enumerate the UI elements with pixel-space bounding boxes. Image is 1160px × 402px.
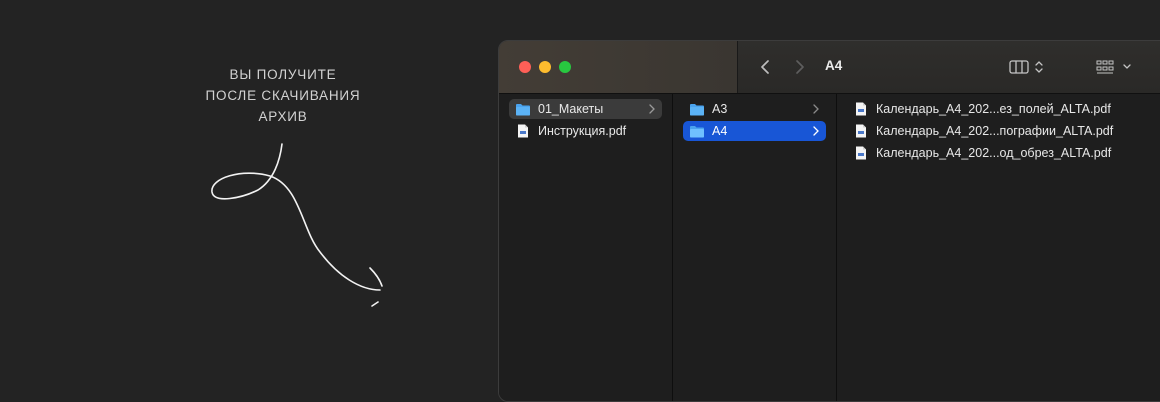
pdf-file-icon (853, 124, 869, 138)
forward-button[interactable] (789, 56, 811, 78)
maximize-window-button[interactable] (559, 61, 571, 73)
browser-column-2: A3 A4 (673, 94, 837, 401)
browser-column-1: 01_Макеты Инструкция.pdf (499, 94, 673, 401)
group-options-button[interactable] (1095, 56, 1133, 78)
file-item[interactable]: Инструкция.pdf (509, 121, 662, 141)
hand-drawn-arrow-icon (211, 143, 383, 307)
caption-line-1: ВЫ ПОЛУЧИТЕ (229, 67, 337, 82)
file-item[interactable]: Календарь_A4_202...пографии_ALTA.pdf (847, 121, 1147, 141)
caption-line-3: АРХИВ (258, 109, 308, 124)
finder-window: A4 01_Макеты Инструкция.pdf A3 A4 Календ… (498, 40, 1160, 402)
caption-line-2: ПОСЛЕ СКАЧИВАНИЯ (205, 88, 361, 103)
file-label: Инструкция.pdf (538, 124, 627, 138)
chevron-down-icon (1123, 64, 1131, 69)
chevron-right-icon (813, 126, 819, 136)
file-item[interactable]: Календарь_A4_202...од_обрез_ALTA.pdf (847, 143, 1147, 163)
folder-item[interactable]: 01_Макеты (509, 99, 662, 119)
column-view-icon (1009, 60, 1029, 74)
back-button[interactable] (754, 56, 776, 78)
folder-label: 01_Макеты (538, 102, 604, 116)
window-title: A4 (825, 58, 843, 73)
folder-item-selected[interactable]: A4 (683, 121, 826, 141)
chevron-left-icon (761, 60, 769, 74)
pdf-file-icon (853, 146, 869, 160)
close-window-button[interactable] (519, 61, 531, 73)
folder-icon (515, 103, 531, 116)
pdf-file-icon (515, 124, 531, 138)
up-down-chevron-icon (1035, 61, 1043, 73)
file-label: Календарь_A4_202...пографии_ALTA.pdf (876, 124, 1114, 138)
folder-icon (689, 103, 705, 116)
chevron-right-icon (649, 104, 655, 114)
file-item[interactable]: Календарь_A4_202...ез_полей_ALTA.pdf (847, 99, 1147, 119)
minimize-window-button[interactable] (539, 61, 551, 73)
pdf-file-icon (853, 102, 869, 116)
folder-label: A4 (712, 124, 728, 138)
view-mode-button[interactable] (1009, 56, 1045, 78)
promo-caption: ВЫ ПОЛУЧИТЕ ПОСЛЕ СКАЧИВАНИЯ АРХИВ (190, 64, 376, 127)
chevron-right-icon (796, 60, 804, 74)
browser-column-3: Календарь_A4_202...ез_полей_ALTA.pdf Кал… (837, 94, 1160, 401)
folder-item[interactable]: A3 (683, 99, 826, 119)
chevron-right-icon (813, 104, 819, 114)
toolbar-divider (737, 41, 738, 93)
folder-icon (689, 125, 705, 138)
file-label: Календарь_A4_202...од_обрез_ALTA.pdf (876, 146, 1112, 160)
folder-label: A3 (712, 102, 728, 116)
toolbar-sidebar-area (499, 41, 737, 93)
window-toolbar: A4 (499, 41, 1160, 94)
file-label: Календарь_A4_202...ез_полей_ALTA.pdf (876, 102, 1111, 116)
grid-view-icon (1096, 60, 1114, 74)
